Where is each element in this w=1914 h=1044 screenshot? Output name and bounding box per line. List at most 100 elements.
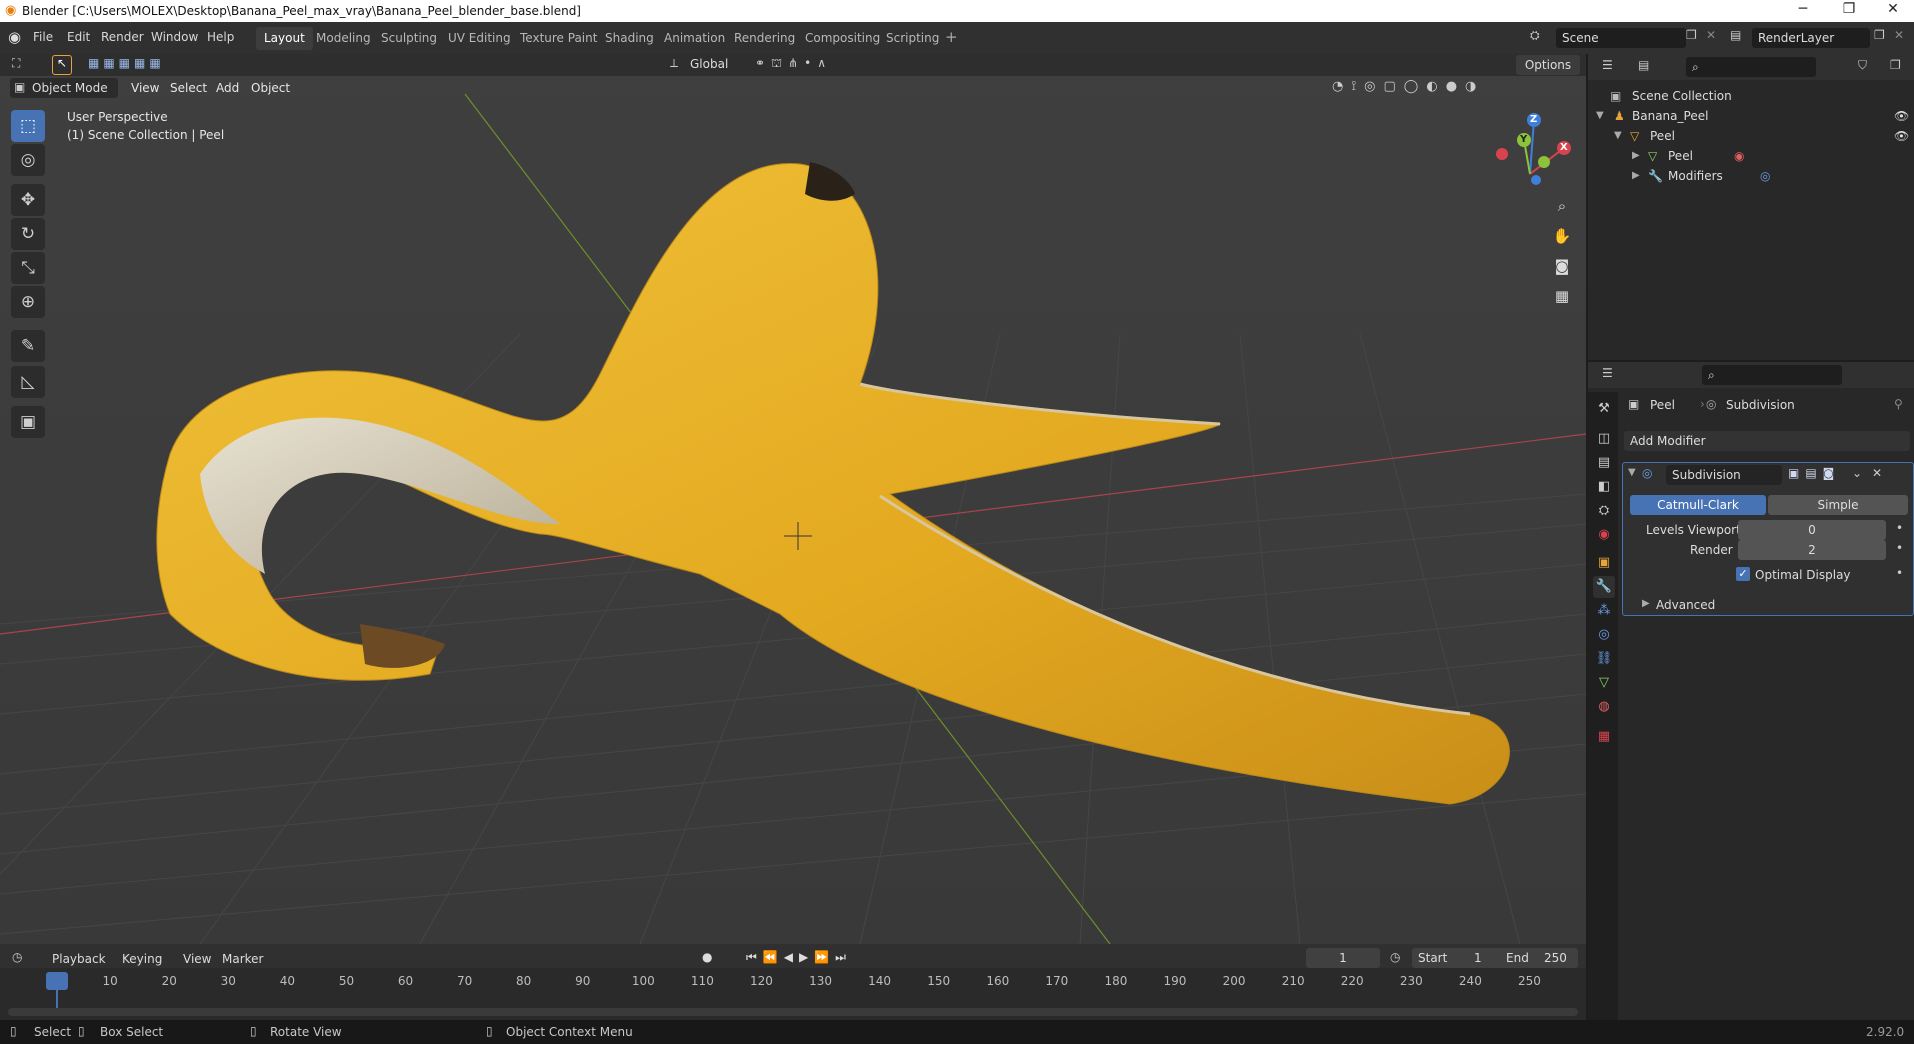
menu-playback[interactable]: Playback <box>52 952 106 966</box>
add-workspace-icon[interactable]: + <box>945 28 958 46</box>
frame-ruler[interactable]: 1102030405060708090100110120130140150160… <box>0 970 1586 990</box>
tab-compositing[interactable]: Compositing <box>797 27 888 50</box>
outliner-item-peel-mesh[interactable]: ▶ ▽ Peel ◉ <box>1588 146 1914 166</box>
eye-icon[interactable]: 👁 <box>1894 106 1909 126</box>
tab-scripting[interactable]: Scripting <box>878 27 947 50</box>
keyframe-dot-icon[interactable]: • <box>1896 521 1903 535</box>
expand-advanced-icon[interactable]: ▶ <box>1642 598 1650 609</box>
scene-tab-icon[interactable]: ⛭ <box>1593 500 1615 522</box>
scene-remove-icon[interactable]: ✕ <box>1706 28 1716 42</box>
menu-view-timeline[interactable]: View <box>183 952 211 966</box>
render-tab-icon[interactable]: ◫ <box>1593 428 1615 450</box>
catmull-clark-button[interactable]: Catmull-Clark <box>1630 495 1766 515</box>
keyframe-dot-icon[interactable]: • <box>1896 566 1903 580</box>
view-layer-tab-icon[interactable]: ◧ <box>1593 476 1615 498</box>
properties-search[interactable]: ⌕ <box>1702 365 1842 385</box>
expand-icon[interactable]: ▶ <box>1632 146 1640 166</box>
select-mode-icon[interactable]: ↖ <box>52 55 72 75</box>
simple-button[interactable]: Simple <box>1768 495 1908 515</box>
measure-tool[interactable]: ◺ <box>11 366 45 398</box>
texture-tab-icon[interactable]: ▦ <box>1593 726 1615 748</box>
modifier-visibility-icons[interactable]: ▣▤◙ <box>1788 466 1840 480</box>
pan-button[interactable]: ✋ <box>1548 223 1576 249</box>
options-button[interactable]: Options <box>1516 55 1580 75</box>
menu-view[interactable]: View <box>131 81 159 95</box>
ortho-button[interactable]: ▦ <box>1548 283 1576 309</box>
add-modifier-button[interactable]: Add Modifier <box>1624 431 1910 451</box>
tool-tab-icon[interactable]: ⚒ <box>1593 398 1615 420</box>
physics-tab-icon[interactable]: ◎ <box>1593 624 1615 646</box>
modifier-tab-icon[interactable]: 🔧 <box>1593 576 1615 598</box>
modifier-delete-icon[interactable]: ✕ <box>1872 466 1882 480</box>
outliner-item-peel[interactable]: ▼ ▽ Peel 👁 <box>1588 126 1914 146</box>
menu-render[interactable]: Render <box>101 30 144 44</box>
transform-tool[interactable]: ⊕ <box>11 286 45 318</box>
menu-select[interactable]: Select <box>170 81 207 95</box>
tab-layout[interactable]: Layout <box>256 27 313 50</box>
menu-help[interactable]: Help <box>207 30 234 44</box>
timeline-editor-icon[interactable]: ◷ <box>12 950 22 964</box>
menu-keying[interactable]: Keying <box>122 952 162 966</box>
modifier-name-field[interactable]: Subdivision <box>1666 465 1782 485</box>
clock-icon[interactable]: ◷ <box>1390 950 1400 964</box>
overlay-toggles-icon[interactable]: ◔⟟◎▢◯◐●◑ <box>1332 79 1484 94</box>
expand-icon[interactable]: ▶ <box>1632 166 1640 186</box>
end-frame-field[interactable]: End 250 <box>1500 948 1578 968</box>
outliner-search[interactable]: ⌕ <box>1686 57 1816 77</box>
select-box-tool[interactable]: ⬚ <box>11 110 45 142</box>
tab-texture-paint[interactable]: Texture Paint <box>512 27 605 50</box>
close-button[interactable]: ✕ <box>1870 1 1914 17</box>
tab-uv-editing[interactable]: UV Editing <box>440 27 519 50</box>
render-layer-field[interactable]: RenderLayer <box>1752 28 1870 48</box>
material-tab-icon[interactable]: ◍ <box>1593 696 1615 718</box>
minimize-button[interactable]: ─ <box>1780 1 1826 17</box>
outliner-editor-icon[interactable]: ☰ <box>1602 58 1613 72</box>
cursor-tool[interactable]: ◎ <box>11 144 45 176</box>
current-frame-field[interactable]: 1 <box>1306 948 1380 968</box>
advanced-section[interactable]: Advanced <box>1656 598 1715 612</box>
playback-controls-icons[interactable]: ⏮⏪◀▶⏩⏭ <box>746 950 852 965</box>
world-tab-icon[interactable]: ◉ <box>1593 524 1615 546</box>
outliner-item-modifiers[interactable]: ▶ 🔧 Modifiers ◎ <box>1588 166 1914 186</box>
orientation-select[interactable]: Global <box>690 57 728 71</box>
orientation-icon[interactable]: ⟂ <box>670 56 678 71</box>
tab-sculpting[interactable]: Sculpting <box>373 27 445 50</box>
editor-type-icon[interactable]: ⛶ <box>12 56 20 71</box>
modifier-dropdown-icon[interactable]: ⌄ <box>1852 466 1862 480</box>
timeline-scrollbar[interactable] <box>8 1008 1578 1016</box>
menu-object[interactable]: Object <box>251 81 290 95</box>
zoom-button[interactable]: ⌕ <box>1548 193 1576 219</box>
collapse-icon[interactable]: ▼ <box>1628 467 1636 478</box>
add-cube-tool[interactable]: ▣ <box>11 406 45 438</box>
3d-viewport[interactable]: Z Y X <box>0 54 1586 944</box>
menu-marker[interactable]: Marker <box>222 952 263 966</box>
display-mode-icon[interactable]: ▤ <box>1638 58 1649 72</box>
properties-editor-icon[interactable]: ☰ <box>1602 366 1613 380</box>
layer-remove-icon[interactable]: ✕ <box>1894 28 1904 42</box>
tab-rendering[interactable]: Rendering <box>726 27 803 50</box>
record-icon[interactable]: ● <box>702 950 712 964</box>
levels-viewport-field[interactable]: 0 <box>1738 520 1886 540</box>
rotate-tool[interactable]: ↻ <box>11 218 45 250</box>
tab-shading[interactable]: Shading <box>597 27 662 50</box>
tab-modeling[interactable]: Modeling <box>308 27 379 50</box>
expand-icon[interactable]: ▼ <box>1596 106 1604 126</box>
keyframe-dot-icon[interactable]: • <box>1896 541 1903 555</box>
restore-button[interactable]: ❐ <box>1826 1 1872 17</box>
scene-icon[interactable]: ⛭ <box>1530 28 1540 43</box>
expand-icon[interactable]: ▼ <box>1614 126 1622 146</box>
render-levels-field[interactable]: 2 <box>1738 540 1886 560</box>
camera-button[interactable]: ◙ <box>1548 253 1576 279</box>
render-layer-icon[interactable]: ▤ <box>1730 28 1741 42</box>
particles-tab-icon[interactable]: ⁂ <box>1593 600 1615 622</box>
menu-edit[interactable]: Edit <box>67 30 90 44</box>
selection-modes-icon[interactable]: ▦▦▦▦▦ <box>88 56 165 70</box>
snapping-icons[interactable]: ⚭⛫⋔•∧ <box>755 56 832 72</box>
menu-file[interactable]: File <box>33 30 53 44</box>
constraints-tab-icon[interactable]: ⛓ <box>1593 648 1615 670</box>
data-tab-icon[interactable]: ▽ <box>1593 672 1615 694</box>
scene-field[interactable]: Scene <box>1556 28 1686 48</box>
mode-select[interactable]: ▣ Object Mode <box>10 78 118 98</box>
optimal-display-checkbox[interactable]: ✓ <box>1736 567 1750 581</box>
pin-icon[interactable]: ⚲ <box>1894 397 1903 411</box>
